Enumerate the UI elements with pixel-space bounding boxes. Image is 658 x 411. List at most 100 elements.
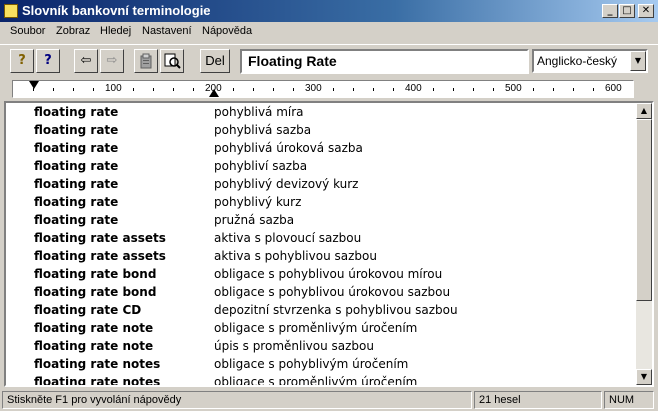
ruler-tick [553,88,554,91]
scroll-down-icon[interactable]: ▼ [636,369,652,385]
term-text: floating rate [34,105,119,119]
list-item[interactable]: floating rate pohybliví sazba [34,159,634,177]
context-help-icon[interactable]: ? [36,49,60,73]
ruler-tick [473,88,474,91]
list-item[interactable]: floating rate assets aktiva s plovoucí sa… [34,231,634,249]
term-text: floating rate notes [34,375,161,387]
status-hint: Stiskněte F1 pro vyvolání nápovědy [2,391,472,409]
back-arrow-icon[interactable]: ⇦ [74,49,98,73]
term-text: floating rate notes [34,357,161,371]
results-list[interactable]: floating rate pohyblivá míra floating rate… [4,101,654,387]
translation-text: aktiva s plovoucí sazbou [214,231,362,245]
ruler-tick [53,88,54,91]
ruler-tick [253,88,254,91]
term-text: floating rate assets [34,249,166,263]
list-item[interactable]: floating rate bond obligace s pohyblivou … [34,267,634,285]
translation-text: pohybliví sazba [214,159,308,173]
list-item[interactable]: floating rate pohyblivý kurz [34,195,634,213]
ruler-label: 400 [405,83,422,94]
window-title: Slovník bankovní terminologie [22,3,211,18]
list-item[interactable]: floating rate CD depozitní stvrzenka s po… [34,303,634,321]
app-icon [4,4,18,18]
document-search-icon[interactable] [160,49,184,73]
ruler-tick [453,88,454,91]
term-text: floating rate [34,177,119,191]
column-ruler[interactable]: 100 200 300 400 500 600 [12,80,634,98]
ruler-tick [333,88,334,91]
term-text: floating rate CD [34,303,142,317]
maximize-button[interactable]: □ [619,4,635,18]
ruler-tick [273,88,274,91]
menu-soubor[interactable]: Soubor [10,25,45,37]
translation-text: obligace s pohyblivou úrokovou sazbou [214,285,451,299]
left-margin-marker-icon[interactable] [29,81,39,89]
list-item[interactable]: floating rate pohyblivá míra [34,105,634,123]
scroll-up-icon[interactable]: ▲ [636,103,652,119]
forward-arrow-icon[interactable]: ⇨ [100,49,124,73]
ruler-tick [33,88,34,91]
clipboard-icon[interactable] [134,49,158,73]
term-text: floating rate bond [34,267,157,281]
list-item[interactable]: floating rate note úpis s proměnlivou saz… [34,339,634,357]
ruler-tick [233,88,234,91]
chevron-down-icon[interactable]: ▼ [630,51,646,71]
ruler-tick [533,88,534,91]
translation-text: pružná sazba [214,213,295,227]
help-icon[interactable]: ? [10,49,34,73]
translation-text: pohyblivý devizový kurz [214,177,359,191]
del-button[interactable]: Del [200,49,230,73]
list-item[interactable]: floating rate bond obligace s pohyblivou … [34,285,634,303]
list-item[interactable]: floating rate pružná sazba [34,213,634,231]
ruler-tick [573,88,574,91]
menu-hledej[interactable]: Hledej [100,25,131,37]
menu-zobraz[interactable]: Zobraz [56,25,90,37]
vertical-scrollbar[interactable]: ▲ ▼ [636,103,652,385]
menu-napoveda[interactable]: Nápověda [202,25,252,37]
ruler-label: 300 [305,83,322,94]
language-select[interactable]: Anglicko-český ▼ [532,49,648,73]
translation-text: obligace s pohyblivou úrokovou mírou [214,267,443,281]
list-item[interactable]: floating rate pohyblivá úroková sazba [34,141,634,159]
list-item[interactable]: floating rate notes obligace s pohyblivým… [34,357,634,375]
status-bar: Stiskněte F1 pro vyvolání nápovědy 21 he… [0,389,658,411]
list-item[interactable]: floating rate pohyblivý devizový kurz [34,177,634,195]
term-text: floating rate assets [34,231,166,245]
list-item[interactable]: floating rate notes obligace s proměnlivý… [34,375,634,387]
ruler-label: 600 [605,83,622,94]
translation-text: pohyblivá míra [214,105,304,119]
close-button[interactable]: ✕ [638,4,654,18]
term-text: floating rate [34,159,119,173]
ruler-tick [73,88,74,91]
status-num: NUM [604,391,654,409]
term-text: floating rate note [34,339,154,353]
minimize-button[interactable]: _ [602,4,618,18]
ruler-tick [93,88,94,91]
translation-text: pohyblivá úroková sazba [214,141,363,155]
language-select-value: Anglicko-český [537,54,618,68]
term-text: floating rate note [34,321,154,335]
term-text: floating rate [34,123,119,137]
term-text: floating rate [34,195,119,209]
term-text: floating rate [34,141,119,155]
menu-nastaveni[interactable]: Nastavení [142,25,192,37]
list-item[interactable]: floating rate assets aktiva s pohyblivou … [34,249,634,267]
list-item[interactable]: floating rate pohyblivá sazba [34,123,634,141]
menu-bar: Soubor Zobraz Hledej Nastavení Nápověda [0,22,658,42]
scroll-thumb[interactable] [636,119,652,301]
term-text: floating rate [34,213,119,227]
ruler-label: 500 [505,83,522,94]
translation-text: pohyblivá sazba [214,123,312,137]
ruler-tick [173,88,174,91]
ruler-label: 200 [205,83,222,94]
translation-text: aktiva s pohyblivou sazbou [214,249,377,263]
toolbar: ? ? ⇦ ⇨ Del Floating Rate Anglicko-český… [0,44,658,76]
translation-text: depozitní stvrzenka s pohyblivou sazbou [214,303,458,317]
list-item[interactable]: floating rate note obligace s proměnlivým… [34,321,634,339]
search-input[interactable]: Floating Rate [240,49,529,74]
ruler-tick [593,88,594,91]
translation-text: pohyblivý kurz [214,195,302,209]
ruler-tick [433,88,434,91]
ruler-tick [393,88,394,91]
ruler-tick [193,88,194,91]
translation-text: úpis s proměnlivou sazbou [214,339,374,353]
